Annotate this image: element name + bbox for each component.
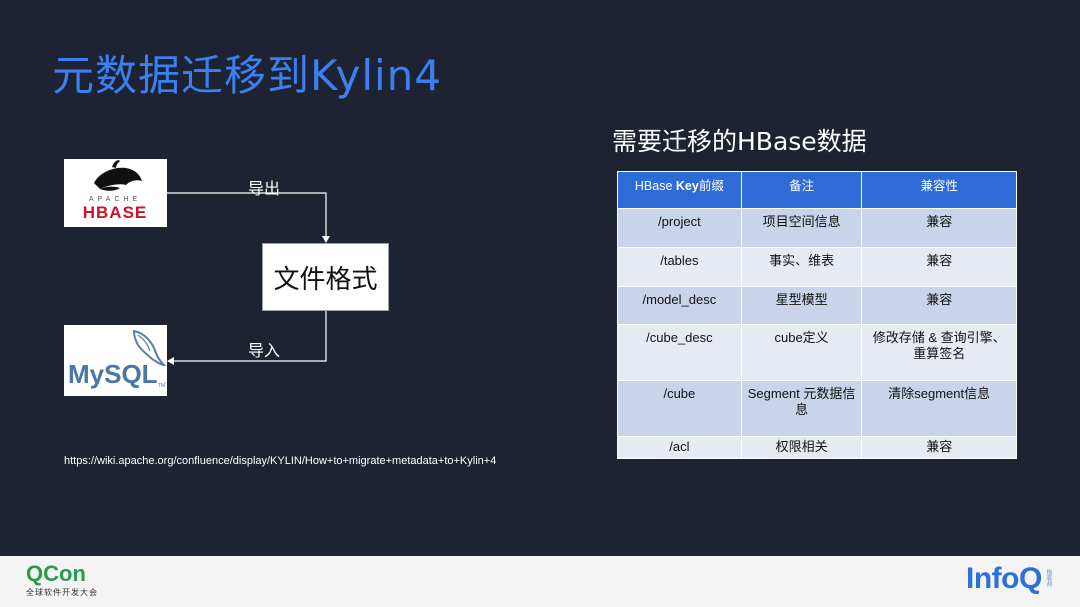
cell-compat: 修改存储 & 查询引擎、重算签名: [861, 324, 1017, 381]
cell-note: 项目空间信息: [740, 208, 863, 248]
cell-compat: 兼容: [861, 247, 1017, 287]
qcon-subtitle: 全球软件开发大会: [26, 588, 98, 597]
cell-compat: 兼容: [861, 286, 1017, 325]
table-row: /acl 权限相关 兼容: [617, 436, 1017, 459]
import-arrowhead: [167, 357, 174, 365]
import-label: 导入: [248, 341, 281, 360]
export-arrowhead: [322, 236, 330, 243]
header-key-prefix-a: HBase: [634, 179, 676, 193]
qcon-name: QCon: [26, 561, 86, 586]
cell-note: 权限相关: [740, 436, 863, 459]
export-label: 导出: [248, 179, 281, 198]
cell-compat: 兼容: [861, 208, 1017, 248]
cell-note: Segment 元数据信息: [740, 380, 863, 437]
cell-key: /model_desc: [617, 286, 742, 325]
export-arrow: [167, 192, 327, 238]
header-note: 备注: [740, 171, 863, 209]
table-row: /model_desc 星型模型 兼容: [617, 286, 1017, 325]
cell-note: 星型模型: [740, 286, 863, 325]
cell-key: /cube_desc: [617, 324, 742, 381]
qcon-logo: QCon 全球软件开发大会: [26, 563, 98, 598]
header-key-prefix: HBase Key前缀: [617, 171, 742, 209]
footer-bar: [0, 556, 1080, 607]
cell-key: /tables: [617, 247, 742, 287]
hbase-metadata-table: HBase Key前缀 备注 兼容性 /project 项目空间信息 兼容 /t…: [617, 171, 1017, 459]
infoq-tag: 极客邦: [1045, 569, 1051, 587]
table-row: /project 项目空间信息 兼容: [617, 208, 1017, 248]
table-row: /tables 事实、维表 兼容: [617, 247, 1017, 287]
header-key-prefix-b: Key: [675, 179, 699, 193]
cell-key: /cube: [617, 380, 742, 437]
file-format-box: 文件格式: [262, 243, 389, 311]
header-compat: 兼容性: [861, 171, 1017, 209]
cell-note: cube定义: [740, 324, 863, 381]
cell-key: /acl: [617, 436, 742, 459]
cell-compat: 兼容: [861, 436, 1017, 459]
infoq-logo: InfoQ: [966, 562, 1042, 595]
table-subtitle: 需要迁移的HBase数据: [612, 127, 867, 156]
table-header-row: HBase Key前缀 备注 兼容性: [617, 171, 1017, 209]
table-row: /cube Segment 元数据信息 清除segment信息: [617, 380, 1017, 437]
cell-compat: 清除segment信息: [861, 380, 1017, 437]
cell-key: /project: [617, 208, 742, 248]
header-key-prefix-c: 前缀: [698, 179, 724, 193]
table-row: /cube_desc cube定义 修改存储 & 查询引擎、重算签名: [617, 324, 1017, 381]
reference-url: https://wiki.apache.org/confluence/displ…: [64, 455, 497, 467]
cell-note: 事实、维表: [740, 247, 863, 287]
